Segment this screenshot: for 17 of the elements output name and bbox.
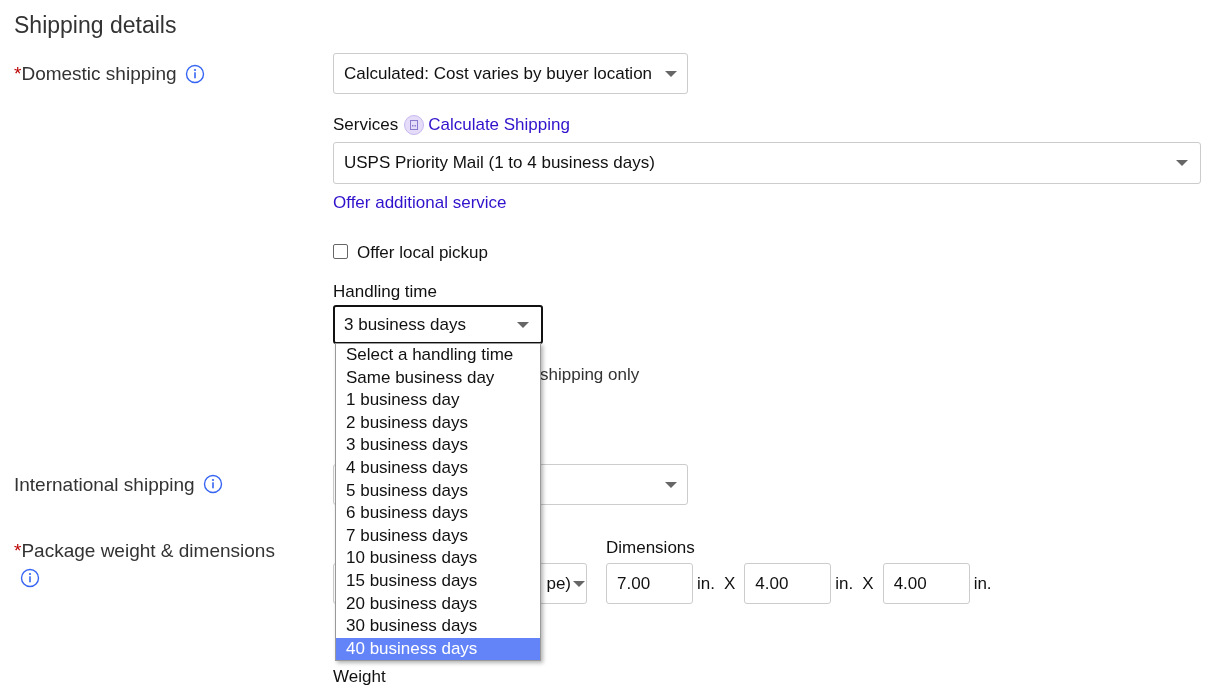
unit-label: in.	[697, 572, 715, 595]
unit-label: in.	[835, 572, 854, 595]
required-mark: *	[14, 62, 22, 86]
dimension-separator: X	[723, 572, 736, 595]
local-pickup-label: Offer local pickup	[357, 242, 489, 265]
unit-label: in.	[973, 572, 992, 595]
dimensions-label: Dimensions	[606, 537, 695, 559]
dimension-separator: X	[862, 572, 874, 595]
section-title: Shipping details	[14, 11, 178, 40]
handling-note: shipping only	[540, 364, 640, 386]
required-mark: *	[14, 539, 22, 563]
weight-label: Weight	[333, 668, 386, 685]
field-label: Domestic shipping	[21, 62, 177, 86]
services-label: Services	[333, 114, 399, 137]
handling-time-label: Handling time	[333, 281, 437, 303]
field-label: International shipping	[14, 473, 195, 497]
field-label: Package weight & dimensions	[21, 539, 275, 563]
